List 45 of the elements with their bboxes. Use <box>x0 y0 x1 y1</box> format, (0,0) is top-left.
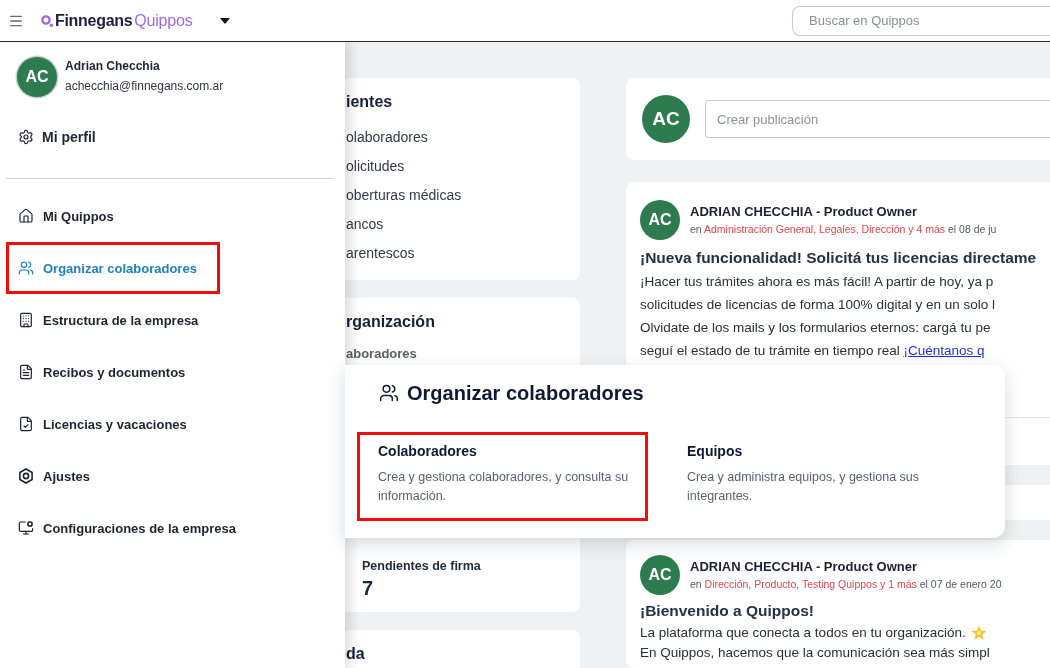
avatar: AC <box>642 95 690 143</box>
settings-icon <box>18 129 34 145</box>
quick-link[interactable]: arentescos <box>346 239 415 268</box>
post-author: ADRIAN CHECCHIA - Product Owner <box>690 203 918 220</box>
post-input[interactable]: Crear publicación <box>705 100 1050 138</box>
post-title: ¡Bienvenido a Quippos! <box>640 601 814 621</box>
card-heading: ientes <box>346 92 393 112</box>
avatar: AC <box>640 555 680 595</box>
brand-name: Finnegans <box>55 11 133 30</box>
post-body: La plataforma que conecta a todos en tu organización. En Quippos, hacemos que la comunicación sea más simpl <box>640 624 990 662</box>
product-name: Quippos <box>134 11 193 30</box>
monitor-gear-icon <box>18 520 34 536</box>
document-check-icon <box>18 416 34 432</box>
caret-icon[interactable] <box>219 17 230 24</box>
post-link[interactable]: ¡Cuéntanos q <box>903 343 985 358</box>
quick-link[interactable]: ancos <box>346 210 384 239</box>
menu-option[interactable]: Colaboradores Crea y gestiona colaboradores, y consulta su información. <box>357 432 648 521</box>
quick-link[interactable]: olaboradores <box>346 123 428 152</box>
logo-icon <box>41 14 53 27</box>
house-icon <box>18 208 34 224</box>
avatar: AC <box>17 57 57 97</box>
search-field[interactable]: Buscar en Quippos <box>792 5 1050 36</box>
popover-title: Organizar colaboradores <box>407 382 644 404</box>
users-icon <box>18 260 34 276</box>
post-meta: en Dirección, Producto, Testing Quippos y 1 más el 07 de enero 20 <box>690 577 1002 592</box>
post-body: ¡Hacer tus trámites ahora es más fácil! A partir de hoy, ya p solicitudes de licencias de forma 100% digital y en un solo l Olvidate de los mails y los formularios eternos: cargá tu pe seguí el estado de tu trámite en tiempo real ¡Cuéntanos q <box>640 273 995 360</box>
users-icon <box>379 383 399 403</box>
document-icon <box>18 364 34 380</box>
nav-item[interactable]: Organizar colaboradores <box>6 242 220 294</box>
user-name: Adrian Checchia <box>65 58 161 74</box>
stat-label: Pendientes de firma <box>362 558 481 574</box>
quick-link[interactable]: oberturas médicas <box>346 181 462 210</box>
avatar: AC <box>640 200 680 240</box>
post-meta: en Administración General, Legales, Dirección y 4 más el 08 de ju <box>690 222 997 237</box>
post-title: ¡Nueva funcionalidad! Solicitá tus licencias directame <box>640 248 1037 268</box>
user-email: achecchia@finnegans.com.ar <box>65 78 224 94</box>
stat-value: 7 <box>362 576 374 600</box>
profile-link[interactable]: Mi perfil <box>0 117 96 157</box>
hexagon-icon <box>18 468 34 484</box>
post-author: ADRIAN CHECCHIA - Product Owner <box>690 558 918 575</box>
row-label: aboradores <box>346 346 417 362</box>
quick-link[interactable]: olicitudes <box>346 152 405 181</box>
card-heading: da <box>346 644 365 664</box>
card-heading: rganización <box>346 312 435 332</box>
building-icon <box>18 312 34 328</box>
